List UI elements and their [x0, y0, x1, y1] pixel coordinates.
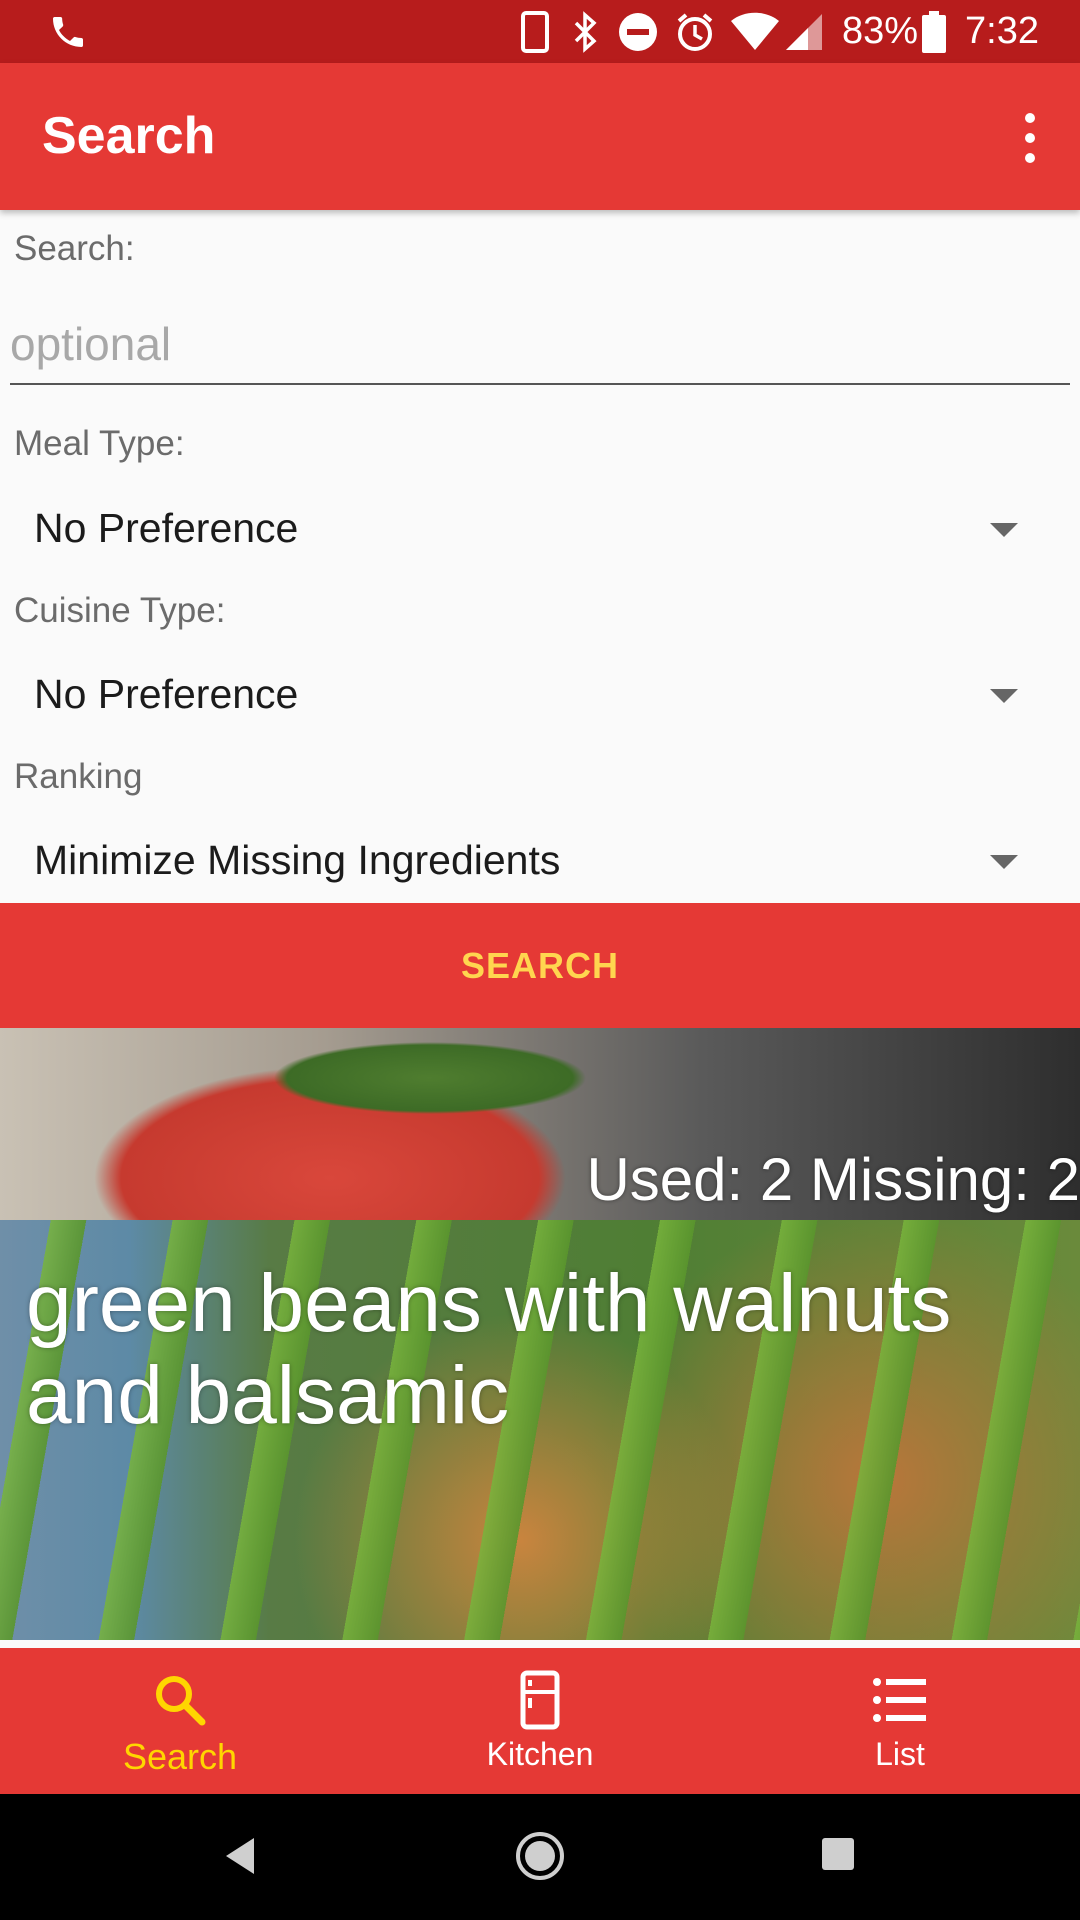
- used-missing-count: Used: 2 Missing: 2: [586, 1146, 1080, 1213]
- search-label: Search:: [14, 229, 135, 268]
- cuisine-type-dropdown[interactable]: No Preference: [0, 649, 1080, 739]
- ranking-dropdown[interactable]: Minimize Missing Ingredients: [0, 815, 1080, 905]
- bluetooth-icon: [572, 0, 600, 63]
- bottom-navigation: Search Kitchen List: [0, 1648, 1080, 1794]
- ranking-value: Minimize Missing Ingredients: [34, 837, 561, 883]
- system-navigation-bar: [0, 1794, 1080, 1920]
- do-not-disturb-icon: [617, 0, 659, 63]
- search-input-wrap: [10, 305, 1070, 385]
- status-bar: 83% 7:32: [0, 0, 1080, 63]
- nav-item-kitchen[interactable]: Kitchen: [360, 1648, 720, 1794]
- cuisine-type-label: Cuisine Type:: [14, 591, 226, 630]
- page-title: Search: [42, 107, 216, 165]
- more-vert-icon[interactable]: [1010, 113, 1050, 163]
- dropdown-arrow-icon: [990, 855, 1018, 869]
- clock: 7:32: [965, 10, 1039, 52]
- back-icon[interactable]: [220, 1834, 260, 1883]
- nav-label-list: List: [875, 1736, 925, 1772]
- wifi-icon: [730, 0, 780, 63]
- ranking-label: Ranking: [14, 757, 143, 796]
- search-input[interactable]: [10, 305, 1070, 383]
- phone-call-icon: [48, 0, 88, 63]
- cell-signal-icon: [784, 0, 824, 63]
- nav-label-kitchen: Kitchen: [486, 1736, 594, 1772]
- battery-percent: 83%: [842, 10, 919, 52]
- recipe-card[interactable]: green beans with walnuts and balsamic: [0, 1220, 1080, 1640]
- recents-icon[interactable]: [820, 1836, 856, 1877]
- search-icon: [150, 1670, 210, 1730]
- meal-type-label: Meal Type:: [14, 424, 185, 463]
- nav-item-search[interactable]: Search: [0, 1648, 360, 1794]
- device-icon: [520, 0, 550, 63]
- home-icon[interactable]: [514, 1830, 566, 1887]
- battery-icon: [922, 0, 946, 63]
- dropdown-arrow-icon: [990, 689, 1018, 703]
- recipe-title: green beans with walnuts and balsamic: [26, 1258, 952, 1441]
- recipe-card[interactable]: Used: 2 Missing: 2: [0, 1028, 1080, 1220]
- dropdown-arrow-icon: [990, 523, 1018, 537]
- fridge-icon: [510, 1670, 570, 1730]
- meal-type-value: No Preference: [34, 505, 299, 551]
- nav-item-list[interactable]: List: [720, 1648, 1080, 1794]
- list-icon: [870, 1670, 930, 1730]
- app-bar: Search: [0, 63, 1080, 210]
- alarm-icon: [674, 0, 716, 63]
- search-button[interactable]: SEARCH: [0, 903, 1080, 1028]
- divider: [0, 1640, 1080, 1648]
- nav-label-search: Search: [122, 1736, 238, 1777]
- meal-type-dropdown[interactable]: No Preference: [0, 483, 1080, 573]
- cuisine-type-value: No Preference: [34, 671, 299, 717]
